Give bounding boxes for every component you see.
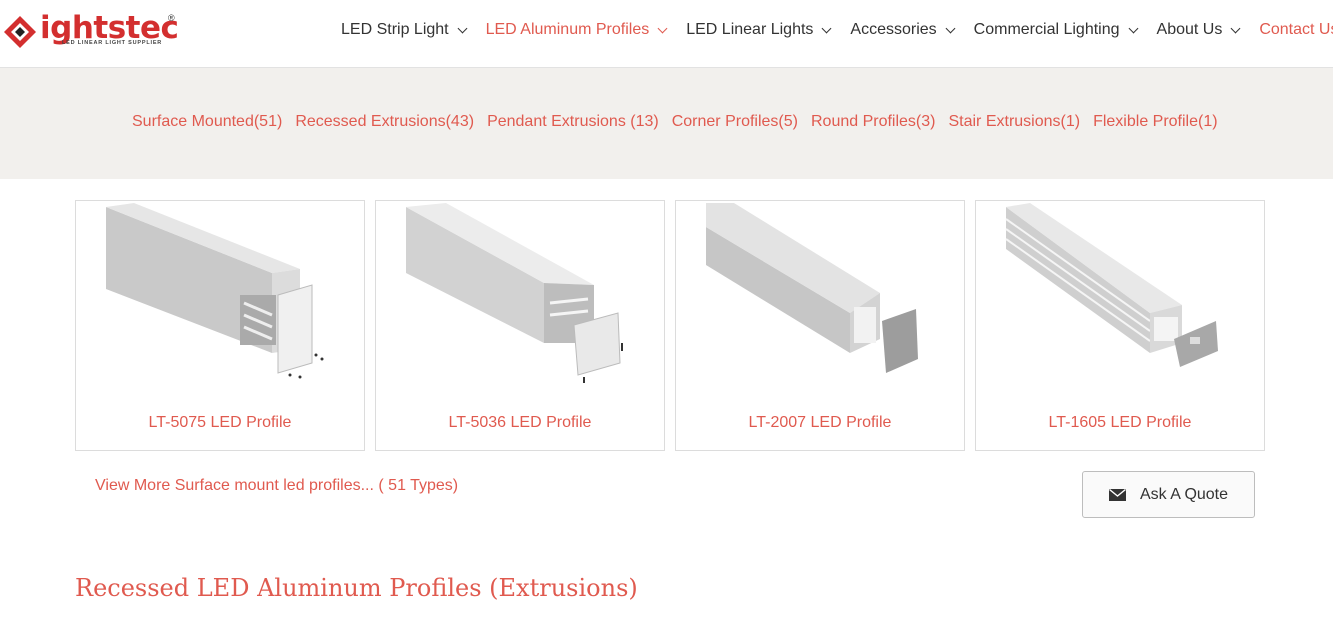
site-header: ightstec ® LED LINEAR LIGHT SUPPLIER LED… [0, 0, 1333, 68]
ribbed-profile-icon [1005, 203, 1218, 367]
category-links: Surface Mounted(51) Recessed Extrusions(… [132, 113, 1231, 131]
nav-led-strip-light[interactable]: LED Strip Light [341, 21, 468, 39]
category-corner-profiles[interactable]: Corner Profiles(5) [672, 113, 798, 131]
category-bar: Surface Mounted(51) Recessed Extrusions(… [0, 68, 1333, 179]
category-surface-mounted[interactable]: Surface Mounted(51) [132, 113, 282, 131]
chevron-down-icon [657, 23, 668, 33]
diamond-logo-icon [4, 16, 36, 48]
nav-commercial-lighting[interactable]: Commercial Lighting [973, 21, 1138, 39]
nav-contact-us[interactable]: Contact Us [1259, 21, 1333, 39]
product-title[interactable]: LT-5036 LED Profile [376, 414, 664, 432]
product-card[interactable]: LT-5075 LED Profile [75, 200, 365, 451]
wide-profile-icon [406, 203, 623, 383]
nav-label: About Us [1156, 21, 1223, 38]
product-title[interactable]: LT-5075 LED Profile [76, 414, 364, 432]
section-title: Recessed LED Aluminum Profiles (Extrusio… [75, 574, 638, 602]
chevron-down-icon [1128, 23, 1138, 33]
ask-a-quote-button[interactable]: Ask A Quote [1082, 471, 1255, 518]
logo-tagline: LED LINEAR LIGHT SUPPLIER [62, 40, 163, 46]
nav-accessories[interactable]: Accessories [850, 21, 956, 39]
nav-label: Accessories [850, 21, 937, 38]
chevron-down-icon [457, 23, 468, 33]
envelope-icon [1108, 488, 1126, 501]
nav-label: Contact Us [1259, 21, 1333, 38]
nav-led-linear-lights[interactable]: LED Linear Lights [686, 21, 832, 39]
main-nav: LED Strip Light LED Aluminum Profiles LE… [341, 21, 1333, 39]
category-stair-extrusions[interactable]: Stair Extrusions(1) [948, 113, 1080, 131]
view-more-link[interactable]: View More Surface mount led profiles... … [95, 477, 458, 495]
chevron-down-icon [945, 23, 956, 33]
registered-mark: ® [168, 13, 175, 23]
category-recessed-extrusions[interactable]: Recessed Extrusions(43) [295, 113, 474, 131]
square-profile-icon [106, 203, 324, 379]
category-round-profiles[interactable]: Round Profiles(3) [811, 113, 936, 131]
product-card[interactable]: LT-1605 LED Profile [975, 200, 1265, 451]
nav-label: LED Aluminum Profiles [485, 21, 650, 38]
category-pendant-extrusions[interactable]: Pendant Extrusions (13) [487, 113, 659, 131]
nav-label: LED Linear Lights [686, 21, 814, 38]
product-title[interactable]: LT-1605 LED Profile [976, 414, 1264, 432]
product-title[interactable]: LT-2007 LED Profile [676, 414, 964, 432]
chevron-down-icon [1230, 23, 1241, 33]
nav-label: Commercial Lighting [973, 21, 1120, 38]
u-profile-icon [706, 203, 918, 373]
chevron-down-icon [821, 23, 832, 33]
site-logo[interactable]: ightstec ® LED LINEAR LIGHT SUPPLIER [2, 10, 182, 54]
nav-label: LED Strip Light [341, 21, 449, 38]
product-card[interactable]: LT-5036 LED Profile [375, 200, 665, 451]
nav-about-us[interactable]: About Us [1156, 21, 1241, 39]
ask-a-quote-label: Ask A Quote [1139, 485, 1229, 503]
category-flexible-profile[interactable]: Flexible Profile(1) [1093, 113, 1217, 131]
nav-led-aluminum-profiles[interactable]: LED Aluminum Profiles [485, 21, 668, 39]
product-card[interactable]: LT-2007 LED Profile [675, 200, 965, 451]
